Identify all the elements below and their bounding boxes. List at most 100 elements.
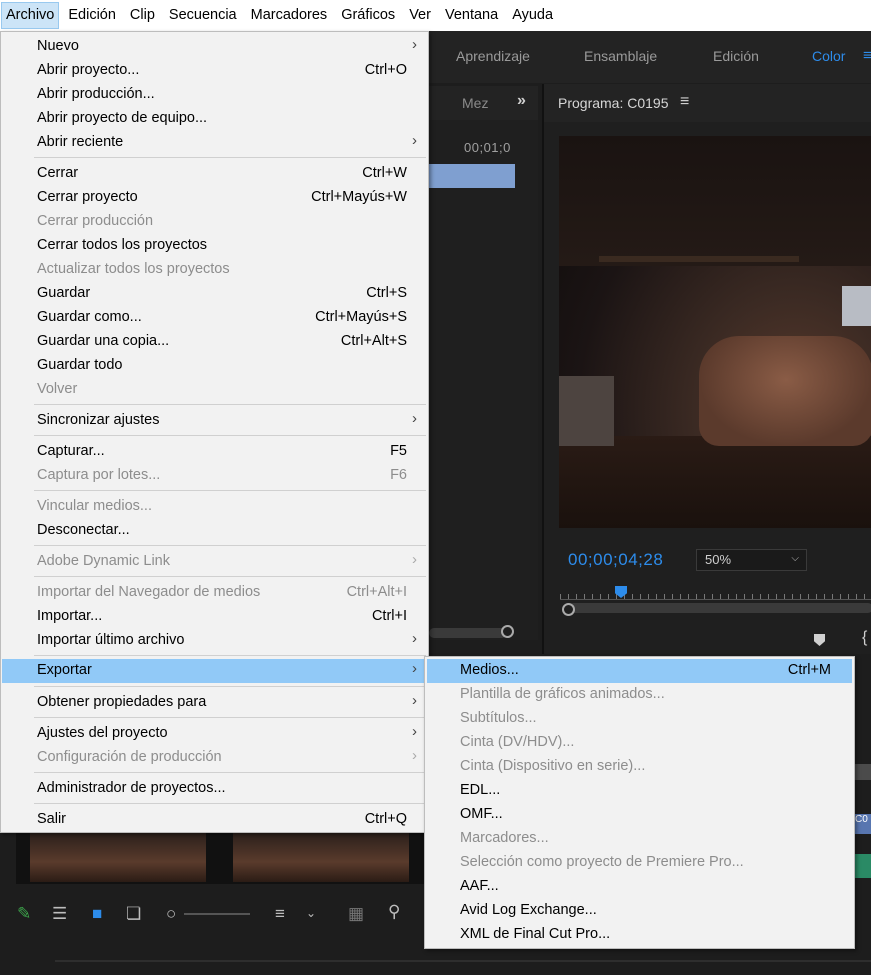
menu-ventana[interactable]: Ventana (440, 2, 503, 29)
menu-item-label: Capturar... (37, 443, 105, 459)
menu-item-exportar[interactable]: Exportar › (2, 659, 427, 683)
menu-item-label: Abrir proyecto de equipo... (37, 110, 208, 126)
zoom-slider[interactable] (184, 913, 250, 915)
time-ruler[interactable] (560, 586, 871, 600)
clip-bar[interactable] (429, 164, 515, 188)
workspace-menu-icon[interactable]: ≡ (863, 47, 871, 64)
submenu-item-avid-log[interactable]: Avid Log Exchange... (427, 899, 852, 923)
menu-archivo[interactable]: Archivo (1, 2, 60, 29)
panel-overflow-icon[interactable]: » (517, 92, 526, 110)
icon-view-icon[interactable]: ■ (92, 904, 102, 924)
menu-item-label: Cerrar proyecto (37, 189, 138, 205)
menu-item-importar-navegador: Importar del Navegador de medios Ctrl+Alt… (2, 581, 427, 605)
timeline-clip[interactable]: C0 (855, 814, 871, 834)
submenu-item-edl[interactable]: EDL... (427, 779, 852, 803)
automate-icon[interactable]: ▦ (348, 904, 364, 924)
menu-item-label: Obtener propiedades para (37, 694, 207, 710)
chevron-right-icon: › (412, 630, 417, 647)
panel-menu-icon[interactable]: ≡ (680, 93, 689, 111)
menu-item-abrir-reciente[interactable]: Abrir reciente › (2, 131, 427, 155)
menu-item-abrir-proyecto[interactable]: Abrir proyecto... Ctrl+O (2, 59, 427, 83)
tab-aprendizaje[interactable]: Aprendizaje (456, 48, 530, 64)
submenu-item-omf[interactable]: OMF... (427, 803, 852, 827)
menu-item-sincronizar-ajustes[interactable]: Sincronizar ajustes › (2, 409, 427, 433)
menu-item-cerrar-todos[interactable]: Cerrar todos los proyectos (2, 234, 427, 258)
menu-ayuda[interactable]: Ayuda (507, 2, 558, 29)
menu-item-label: Captura por lotes... (37, 467, 161, 483)
tab-ensamblaje[interactable]: Ensamblaje (584, 48, 657, 64)
menu-edicion[interactable]: Edición (63, 2, 121, 29)
audio-clip[interactable] (855, 854, 871, 878)
menu-separator (34, 576, 426, 577)
video-preview[interactable] (559, 136, 871, 528)
menu-item-shortcut: Ctrl+Q (364, 811, 407, 827)
menu-item-shortcut: Ctrl+S (366, 285, 407, 301)
menu-item-obtener-propiedades[interactable]: Obtener propiedades para › (2, 691, 427, 715)
playhead-timecode[interactable]: 00;00;04;28 (568, 550, 663, 570)
menu-item-cerrar[interactable]: Cerrar Ctrl+W (2, 162, 427, 186)
export-submenu: Medios... Ctrl+M Plantilla de gráficos an… (424, 656, 855, 949)
chevron-down-icon: ⌵ (791, 553, 799, 564)
menu-item-guardar[interactable]: Guardar Ctrl+S (2, 282, 427, 306)
monitor-scrollbar-handle[interactable] (562, 603, 575, 616)
menu-item-label: Avid Log Exchange... (460, 902, 597, 918)
source-panel-body: 00;01;0 (429, 120, 538, 640)
submenu-item-xml-fcp[interactable]: XML de Final Cut Pro... (427, 923, 852, 947)
menu-item-desconectar[interactable]: Desconectar... (2, 519, 427, 543)
menu-item-importar[interactable]: Importar... Ctrl+I (2, 605, 427, 629)
menu-graficos[interactable]: Gráficos (336, 2, 400, 29)
submenu-item-aaf[interactable]: AAF... (427, 875, 852, 899)
menu-item-guardar-como[interactable]: Guardar como... Ctrl+Mayús+S (2, 306, 427, 330)
submenu-item-medios[interactable]: Medios... Ctrl+M (427, 659, 852, 683)
tab-mezclador[interactable]: Mez (462, 95, 488, 111)
search-icon[interactable]: ⚲ (388, 902, 400, 922)
menu-item-guardar-todo[interactable]: Guardar todo (2, 354, 427, 378)
freeform-view-icon[interactable]: ❏ (126, 904, 141, 924)
thumbnail[interactable] (233, 832, 409, 882)
list-view-icon[interactable]: ☰ (52, 904, 67, 924)
menu-item-label: Administrador de proyectos... (37, 780, 226, 796)
menu-separator (34, 803, 426, 804)
menu-separator (34, 655, 426, 656)
menu-item-capturar[interactable]: Capturar... F5 (2, 440, 427, 464)
thumbnail[interactable] (30, 832, 206, 882)
monitor-scrollbar[interactable] (568, 603, 871, 613)
zoom-select[interactable]: 50% ⌵ (696, 549, 807, 571)
add-marker-icon[interactable] (814, 634, 825, 646)
program-monitor-title[interactable]: Programa: C0195 (558, 95, 669, 111)
menu-marcadores[interactable]: Marcadores (246, 2, 333, 29)
menu-item-label: Selección como proyecto de Premiere Pro.… (460, 854, 744, 870)
menu-item-label: Adobe Dynamic Link (37, 553, 170, 569)
scrollbar-handle[interactable] (501, 625, 514, 638)
menu-item-guardar-copia[interactable]: Guardar una copia... Ctrl+Alt+S (2, 330, 427, 354)
menu-item-abrir-proyecto-equipo[interactable]: Abrir proyecto de equipo... (2, 107, 427, 131)
pencil-icon[interactable]: ✎ (17, 904, 31, 924)
submenu-item-cinta-serie: Cinta (Dispositivo en serie)... (427, 755, 852, 779)
menu-clip[interactable]: Clip (125, 2, 160, 29)
menu-item-importar-ultimo[interactable]: Importar último archivo › (2, 629, 427, 653)
menu-separator (34, 435, 426, 436)
tab-color[interactable]: Color (812, 48, 845, 64)
mark-in-icon[interactable]: { (862, 629, 867, 647)
menu-item-ajustes-proyecto[interactable]: Ajustes del proyecto › (2, 722, 427, 746)
menu-item-nuevo[interactable]: Nuevo › (2, 35, 427, 59)
project-toolbar: ✎ ☰ ■ ❏ ○ ≡ ⌄ ▦ ⚲ (0, 884, 429, 944)
zoom-scrollbar[interactable] (429, 628, 507, 638)
zoom-slider-knob-icon[interactable]: ○ (166, 904, 176, 924)
menu-item-label: XML de Final Cut Pro... (460, 926, 611, 942)
menu-item-cerrar-proyecto[interactable]: Cerrar proyecto Ctrl+Mayús+W (2, 186, 427, 210)
menu-item-abrir-produccion[interactable]: Abrir producción... (2, 83, 427, 107)
submenu-item-marcadores: Marcadores... (427, 827, 852, 851)
tab-edicion[interactable]: Edición (713, 48, 759, 64)
menu-secuencia[interactable]: Secuencia (164, 2, 242, 29)
chevron-right-icon: › (412, 660, 417, 677)
workspace-bar: Aprendizaje Ensamblaje Edición Color ≡ (429, 31, 871, 83)
menu-item-administrador-proyectos[interactable]: Administrador de proyectos... (2, 777, 427, 801)
video-chair (559, 376, 614, 446)
menu-item-label: Configuración de producción (37, 749, 222, 765)
menu-item-salir[interactable]: Salir Ctrl+Q (2, 808, 427, 832)
menu-ver[interactable]: Ver (404, 2, 436, 29)
chevron-down-icon[interactable]: ⌄ (306, 906, 316, 920)
zoom-value: 50% (705, 552, 732, 567)
sort-icon[interactable]: ≡ (275, 904, 285, 924)
